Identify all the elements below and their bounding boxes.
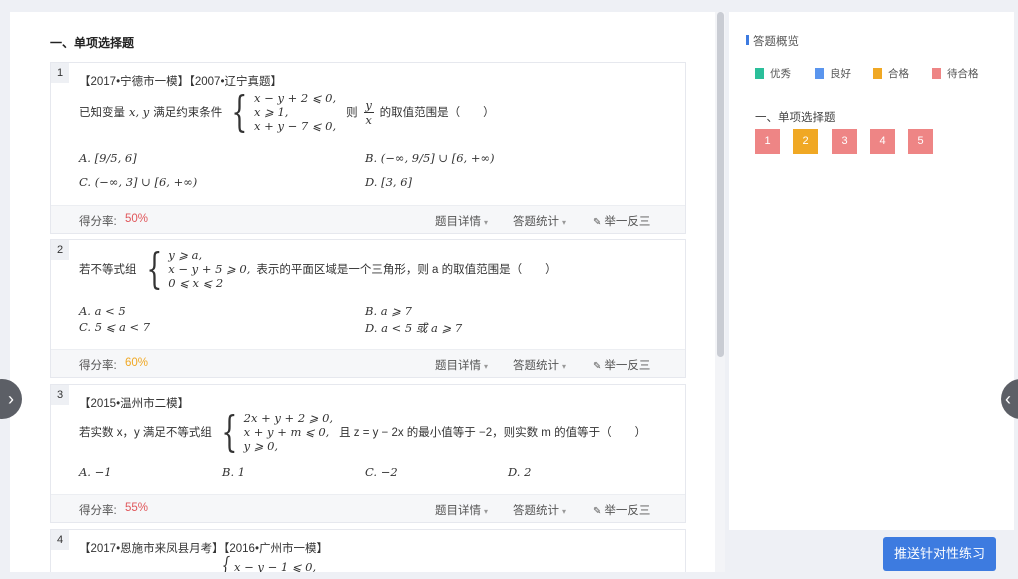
score-rate-label: 得分率: [79,216,117,228]
chevron-down-icon: ▾ [562,362,567,371]
answer-stats-button[interactable]: 答题统计 ▾ [513,357,566,373]
legend-swatch [755,68,764,79]
question-number: 1 [51,63,69,83]
legend-good: 良好 [815,66,851,81]
option-c: C. 5 ⩽ a < 7 [79,320,151,334]
score-rate-value: 55% [125,502,149,514]
similar-practice-button[interactable]: ✎ 举一反三 [593,502,650,518]
question-detail-button[interactable]: 题目详情 ▾ [435,213,488,229]
answer-stats-button[interactable]: 答题统计 ▾ [513,213,566,229]
option-d: D. a < 5 或 a ⩾ 7 [365,321,463,335]
pen-icon: ✎ [593,361,602,372]
pen-icon: ✎ [593,217,602,228]
chevron-down-icon: ▾ [562,507,567,516]
option-b: B. (−∞, 9/5] ∪ [6, +∞) [365,151,495,165]
option-b: B. a ⩾ 7 [365,304,412,318]
question-card-2: 2 若不等式组 { y ⩾ a, x − y + 5 ⩾ 0, 0 ⩽ x ⩽ … [50,239,686,378]
question-nav-box-1[interactable]: 1 [755,129,780,154]
question-card-1: 1 【2017•宁德市一模】【2007•辽宁真题】 已知变量 x, y 满足约束… [50,62,686,234]
overview-section-title: 一、单项选择题 [755,112,836,124]
question-list-panel: 一、单项选择题 1 【2017•宁德市一模】【2007•辽宁真题】 已知变量 x… [10,12,715,572]
question-stem: 若不等式组 { y ⩾ a, x − y + 5 ⩾ 0, 0 ⩽ x ⩽ 2 … [79,244,557,293]
legend-swatch [815,68,824,79]
similar-practice-button[interactable]: ✎ 举一反三 [593,213,650,229]
option-c: C. −2 [365,465,398,479]
question-number: 3 [51,385,69,405]
inequality-system: { 2x + y + 2 ⩾ 0, x + y + m ⩽ 0, y ⩾ 0, [221,407,334,456]
score-rate-label: 得分率: [79,505,117,517]
question-footer: 得分率: 60% 题目详情 ▾ 答题统计 ▾ ✎ 举一反三 [51,349,685,377]
option-d: D. [3, 6] [365,175,413,189]
question-nav-box-3[interactable]: 3 [832,129,857,154]
chevron-down-icon: ▾ [562,218,567,227]
legend-needs-improvement: 待合格 [932,66,979,81]
pen-icon: ✎ [593,506,602,517]
overview-title: 答题概览 [753,36,799,48]
question-source: 【2017•宁德市一模】【2007•辽宁真题】 [79,76,282,88]
question-nav-box-5[interactable]: 5 [908,129,933,154]
option-a: A. [9/5, 6] [79,151,137,165]
option-d: D. 2 [508,465,532,479]
option-a: A. −1 [79,465,112,479]
question-card-4: 4 【2017•恩施市来凤县月考】【2016•广州市一模】 { x − y − … [50,529,686,572]
chevron-down-icon: ▾ [484,362,489,371]
option-a: A. a < 5 [79,304,126,318]
question-nav-box-2[interactable]: 2 [793,129,818,154]
section-title: 一、单项选择题 [50,36,135,50]
question-detail-button[interactable]: 题目详情 ▾ [435,357,488,373]
option-c: C. (−∞, 3] ∪ [6, +∞) [79,175,198,189]
question-source: 【2015•温州市二模】 [79,398,190,410]
question-stem: 若实数 x，y 满足不等式组 { 2x + y + 2 ⩾ 0, x + y +… [79,407,647,456]
question-number: 4 [51,530,69,550]
inequality-system: { y ⩾ a, x − y + 5 ⩾ 0, 0 ⩽ x ⩽ 2 [145,244,251,293]
question-detail-button[interactable]: 题目详情 ▾ [435,502,488,518]
question-footer: 得分率: 50% 题目详情 ▾ 答题统计 ▾ ✎ 举一反三 [51,205,685,233]
score-rate-label: 得分率: [79,360,117,372]
question-footer: 得分率: 55% 题目详情 ▾ 答题统计 ▾ ✎ 举一反三 [51,494,685,522]
legend-swatch [873,68,882,79]
chevron-down-icon: ▾ [484,218,489,227]
push-practice-button[interactable]: 推送针对性练习 [883,537,996,571]
inequality-system: { x − y + 2 ⩽ 0, x ⩾ 1, x + y − 7 ⩽ 0, [231,87,337,136]
fraction: y x [363,97,374,127]
answer-stats-button[interactable]: 答题统计 ▾ [513,502,566,518]
title-accent-bar [746,35,749,45]
scrollbar-thumb[interactable] [717,12,724,357]
question-stem: 已知变量 x, y 满足约束条件 { x − y + 2 ⩽ 0, x ⩾ 1,… [79,87,495,136]
question-number: 2 [51,240,69,260]
question-card-3: 3 【2015•温州市二模】 若实数 x，y 满足不等式组 { 2x + y +… [50,384,686,523]
option-b: B. 1 [222,465,246,479]
chevron-down-icon: ▾ [484,507,489,516]
similar-practice-button[interactable]: ✎ 举一反三 [593,357,650,373]
question-stem: { x − y − 1 ⩽ 0, [221,554,317,573]
score-rate-value: 50% [125,213,149,225]
legend-excellent: 优秀 [755,66,791,81]
legend-swatch [932,68,941,79]
question-source: 【2017•恩施市来凤县月考】【2016•广州市一模】 [79,543,328,555]
question-nav-box-4[interactable]: 4 [870,129,895,154]
score-rate-value: 60% [125,357,149,369]
legend-pass: 合格 [873,66,909,81]
answer-overview-panel: 答题概览 优秀 良好 合格 待合格 一、单项选择题 1 2 3 4 5 [729,12,1014,530]
